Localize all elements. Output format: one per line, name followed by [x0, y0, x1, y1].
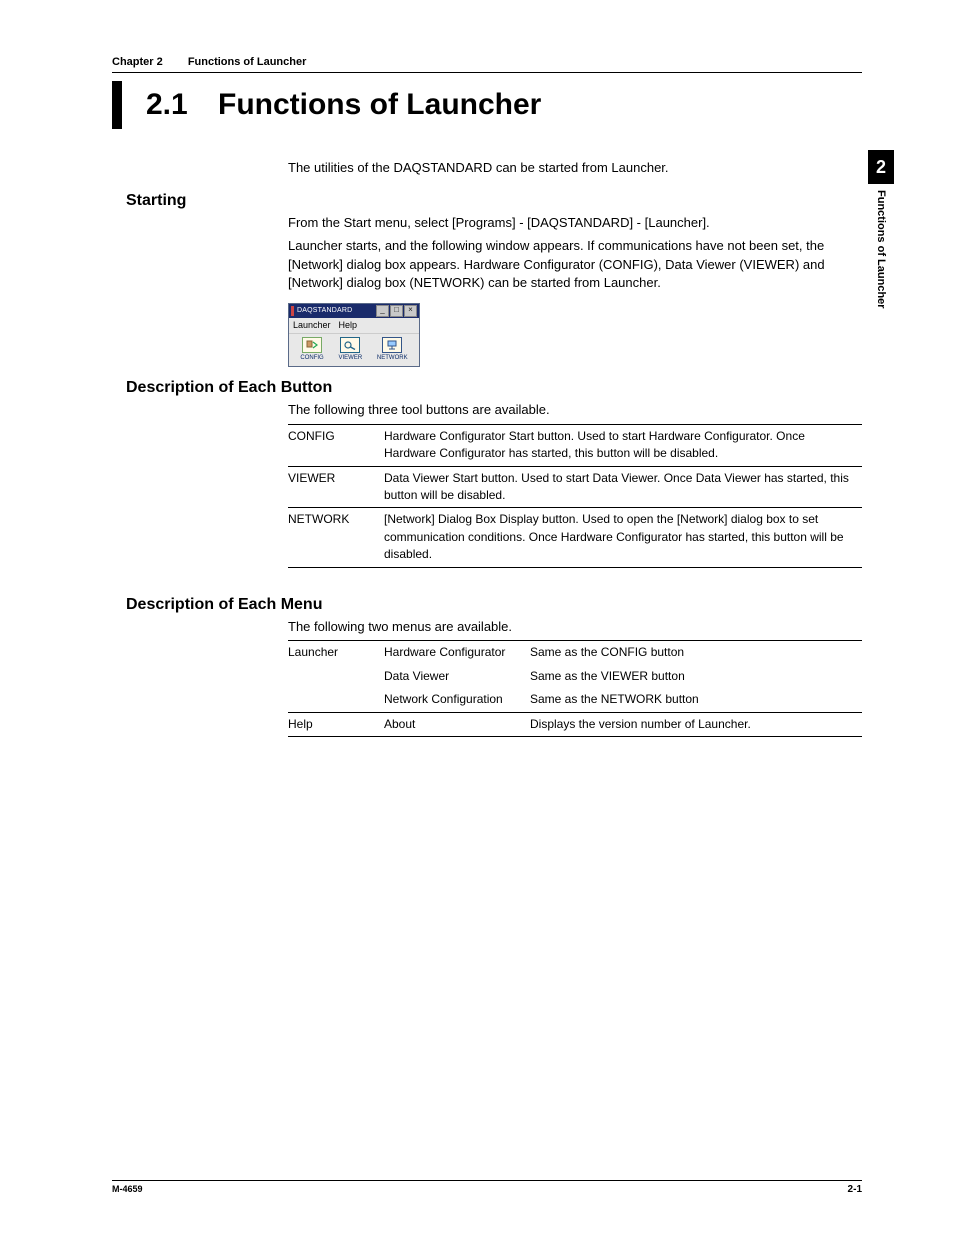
menu-help[interactable]: Help [339, 319, 358, 332]
starting-p1: From the Start menu, select [Programs] -… [288, 214, 862, 233]
intro-text: The utilities of the DAQSTANDARD can be … [288, 159, 862, 178]
button-name: VIEWER [288, 466, 384, 508]
menu-item: Hardware Configurator [384, 641, 530, 665]
config-button[interactable]: CONFIG [300, 337, 323, 363]
table-row: CONFIG Hardware Configurator Start butto… [288, 424, 862, 466]
table-row: Network Configuration Same as the NETWOR… [288, 688, 862, 712]
menu-desc: Same as the VIEWER button [530, 665, 862, 688]
footer-right: 2-1 [848, 1184, 862, 1195]
chapter-title: Functions of Launcher [188, 56, 307, 68]
menu-name: Help [288, 712, 384, 736]
chapter-label: Chapter 2 [112, 56, 163, 68]
maximize-icon[interactable]: □ [390, 305, 403, 317]
button-desc: Hardware Configurator Start button. Used… [384, 424, 862, 466]
buttons-body: The following three tool buttons are ava… [288, 401, 862, 568]
menu-desc: Displays the version number of Launcher. [530, 712, 862, 736]
starting-body: From the Start menu, select [Programs] -… [288, 214, 862, 367]
starting-heading: Starting [126, 192, 862, 210]
menu-name: Launcher [288, 641, 384, 665]
network-label: NETWORK [377, 354, 408, 363]
menu-name [288, 688, 384, 712]
page: Chapter 2 Functions of Launcher 2.1 Func… [0, 0, 954, 1235]
toolbar: CONFIG VIEWER NETWORK [289, 333, 419, 366]
network-icon [382, 337, 402, 353]
config-label: CONFIG [300, 354, 323, 363]
section-title: Functions of Launcher [218, 88, 541, 122]
window-controls: _ □ × [376, 305, 417, 317]
menu-item: About [384, 712, 530, 736]
menu-desc: Same as the NETWORK button [530, 688, 862, 712]
menus-body: The following two menus are available. L… [288, 618, 862, 737]
button-desc: Data Viewer Start button. Used to start … [384, 466, 862, 508]
heading-tab-icon [112, 81, 122, 129]
viewer-icon [340, 337, 360, 353]
menu-item: Network Configuration [384, 688, 530, 712]
menus-heading: Description of Each Menu [126, 596, 862, 614]
button-name: NETWORK [288, 508, 384, 567]
close-icon[interactable]: × [404, 305, 417, 317]
side-tab: 2 Functions of Launcher [868, 150, 894, 309]
menu-name [288, 665, 384, 688]
minimize-icon[interactable]: _ [376, 305, 389, 317]
buttons-lead: The following three tool buttons are ava… [288, 401, 862, 420]
viewer-label: VIEWER [338, 354, 362, 363]
page-footer: M-4659 2-1 [112, 1180, 862, 1195]
section-heading: 2.1 Functions of Launcher [112, 81, 862, 129]
table-row: Data Viewer Same as the VIEWER button [288, 665, 862, 688]
config-icon [302, 337, 322, 353]
app-icon [291, 306, 294, 316]
side-tab-number: 2 [868, 150, 894, 184]
launcher-window: DAQSTANDARD _ □ × Launcher Help CONFIG [288, 303, 420, 367]
table-row: Launcher Hardware Configurator Same as t… [288, 641, 862, 665]
network-button[interactable]: NETWORK [377, 337, 408, 363]
table-row: Help About Displays the version number o… [288, 712, 862, 736]
buttons-table: CONFIG Hardware Configurator Start butto… [288, 424, 862, 568]
menu-launcher[interactable]: Launcher [293, 319, 331, 332]
table-row: VIEWER Data Viewer Start button. Used to… [288, 466, 862, 508]
table-row: NETWORK [Network] Dialog Box Display but… [288, 508, 862, 567]
running-header: Chapter 2 Functions of Launcher [112, 56, 862, 73]
titlebar: DAQSTANDARD _ □ × [289, 304, 419, 318]
app-title: DAQSTANDARD [297, 306, 376, 316]
starting-p2: Launcher starts, and the following windo… [288, 237, 862, 294]
viewer-button[interactable]: VIEWER [338, 337, 362, 363]
button-name: CONFIG [288, 424, 384, 466]
footer-left: M-4659 [112, 1184, 143, 1195]
menus-lead: The following two menus are available. [288, 618, 862, 637]
section-number: 2.1 [146, 88, 194, 122]
side-tab-label: Functions of Launcher [875, 190, 887, 309]
button-desc: [Network] Dialog Box Display button. Use… [384, 508, 862, 567]
menubar: Launcher Help [289, 318, 419, 333]
menus-table: Launcher Hardware Configurator Same as t… [288, 640, 862, 737]
menu-desc: Same as the CONFIG button [530, 641, 862, 665]
buttons-heading: Description of Each Button [126, 379, 862, 397]
menu-item: Data Viewer [384, 665, 530, 688]
